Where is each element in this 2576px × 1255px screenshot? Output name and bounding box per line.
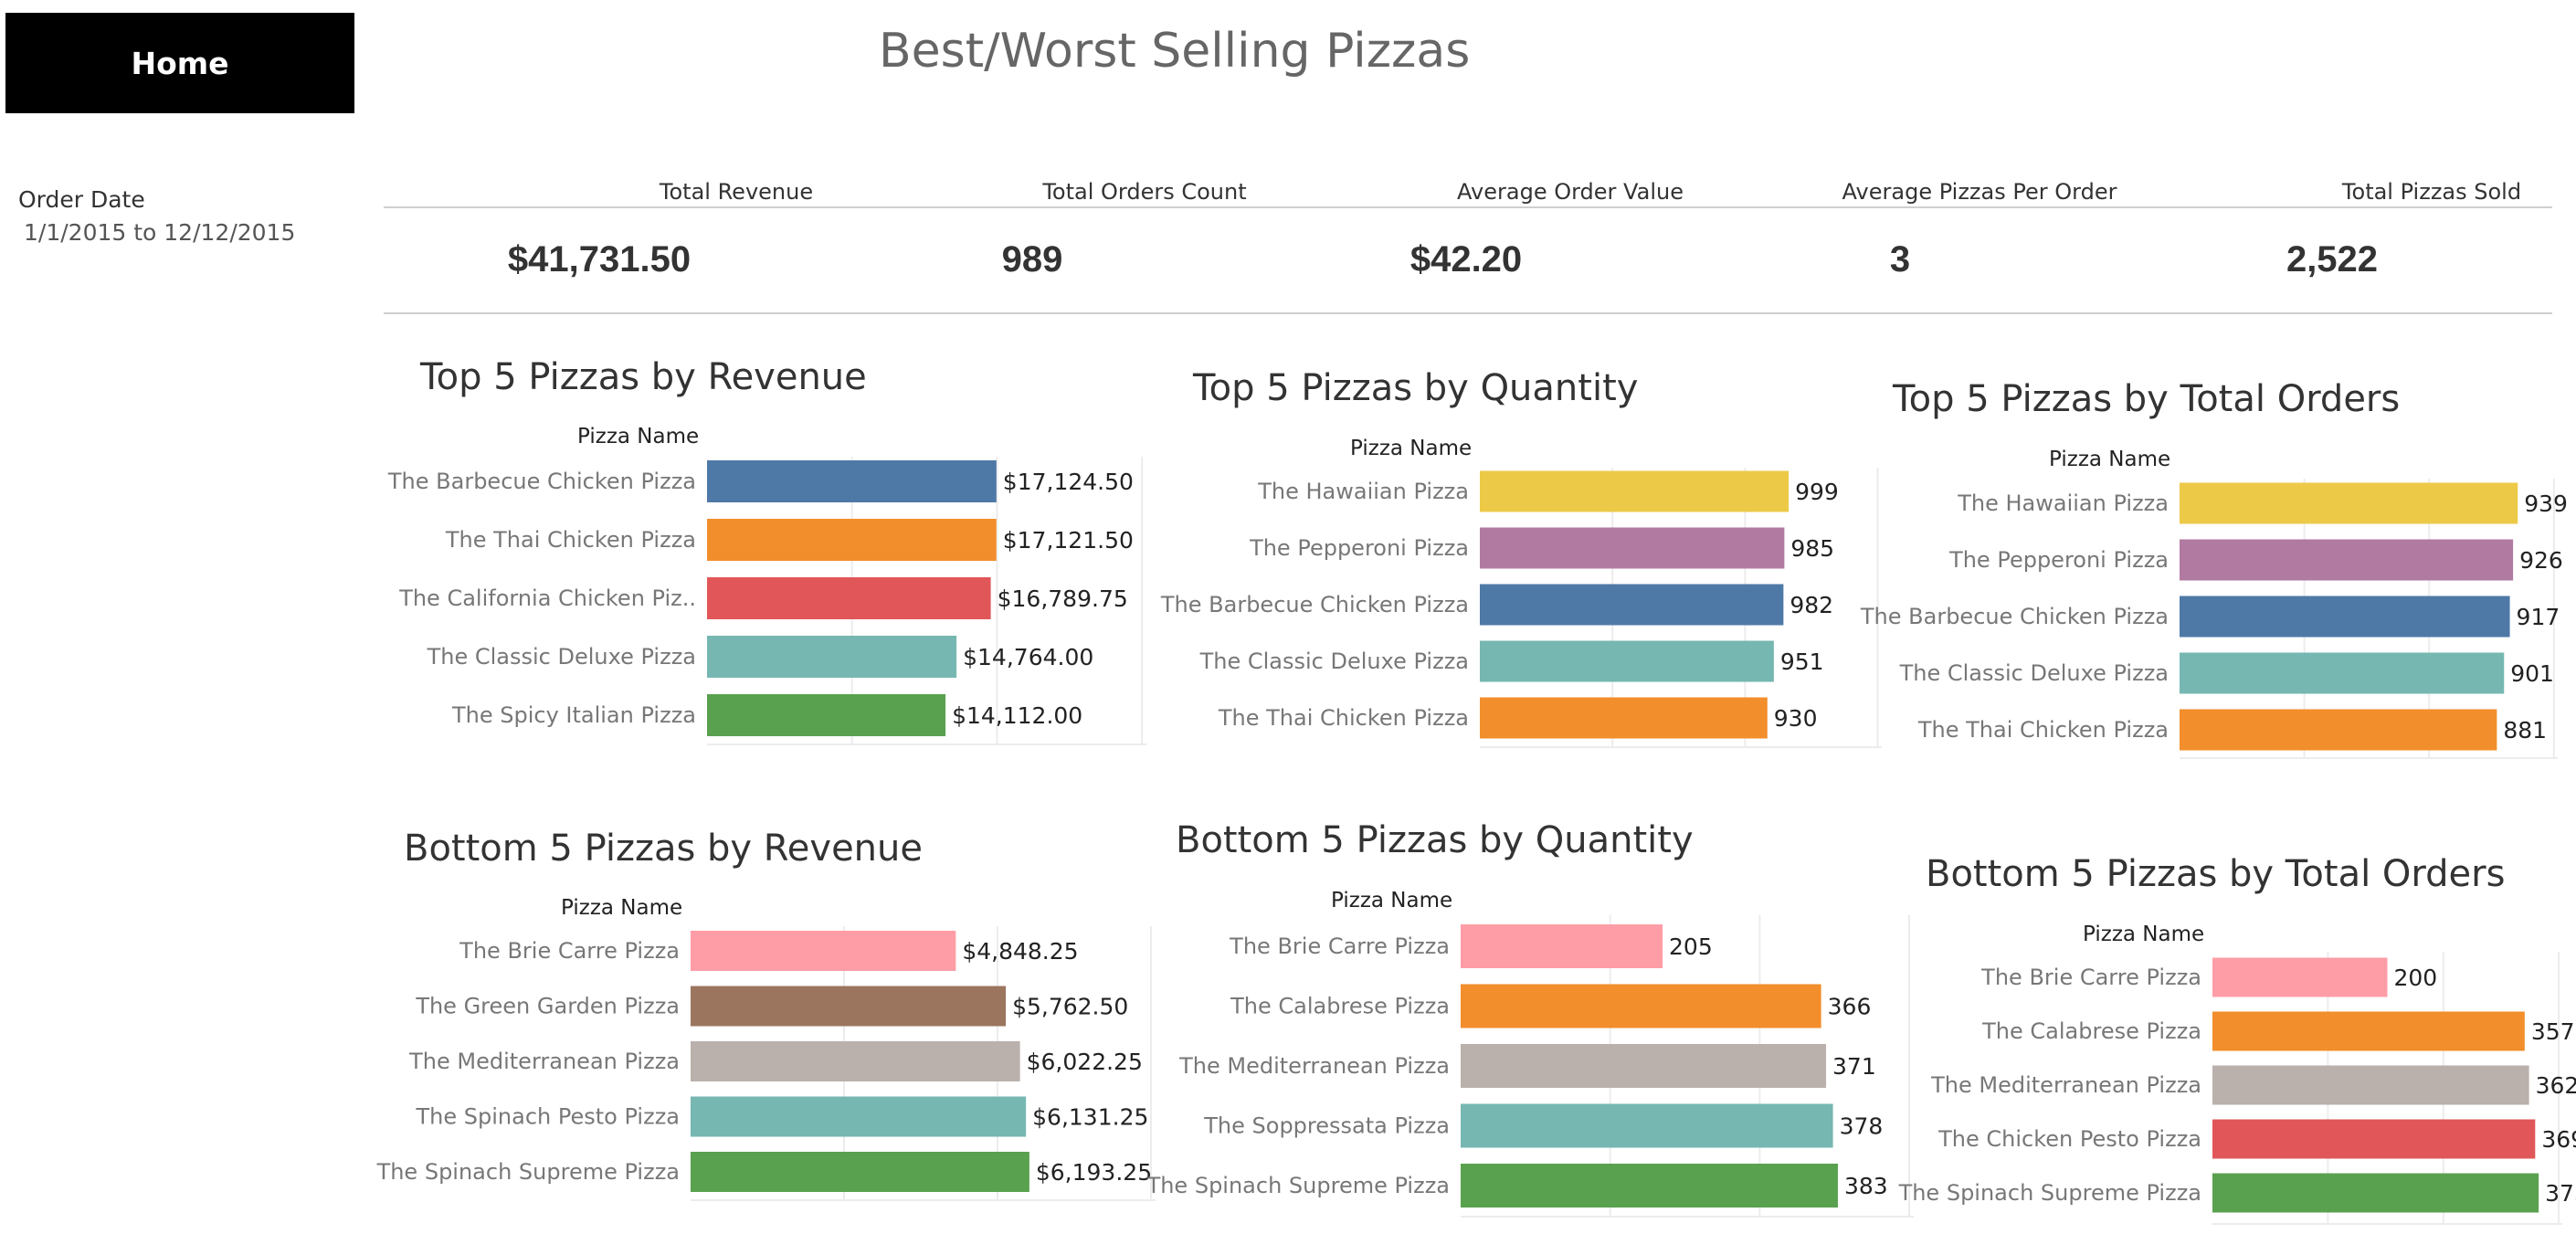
bar — [2212, 1011, 2525, 1051]
chart-svg: Bottom 5 Pizzas by Total Orders Pizza Nam… — [1898, 853, 2576, 1225]
category-label: The Calabrese Pizza — [1981, 1018, 2201, 1044]
bar — [2212, 1065, 2529, 1105]
category-label: The Brie Carre Pizza — [1980, 965, 2201, 990]
axis-header: Pizza Name — [2083, 923, 2204, 946]
category-label: The Mediterranean Pizza — [1930, 1072, 2201, 1098]
bar — [2212, 957, 2388, 997]
data-label: 362 — [2536, 1072, 2576, 1099]
data-label: 357 — [2531, 1018, 2575, 1045]
bar — [2212, 1173, 2539, 1213]
bar — [2212, 1119, 2536, 1159]
category-label: The Chicken Pesto Pizza — [1937, 1126, 2201, 1152]
data-label: 200 — [2394, 965, 2438, 991]
data-label: 369 — [2541, 1126, 2576, 1153]
category-label: The Spinach Supreme Pizza — [1898, 1180, 2201, 1206]
data-label: 373 — [2545, 1180, 2576, 1207]
chart-title: Bottom 5 Pizzas by Total Orders — [1926, 853, 2505, 895]
